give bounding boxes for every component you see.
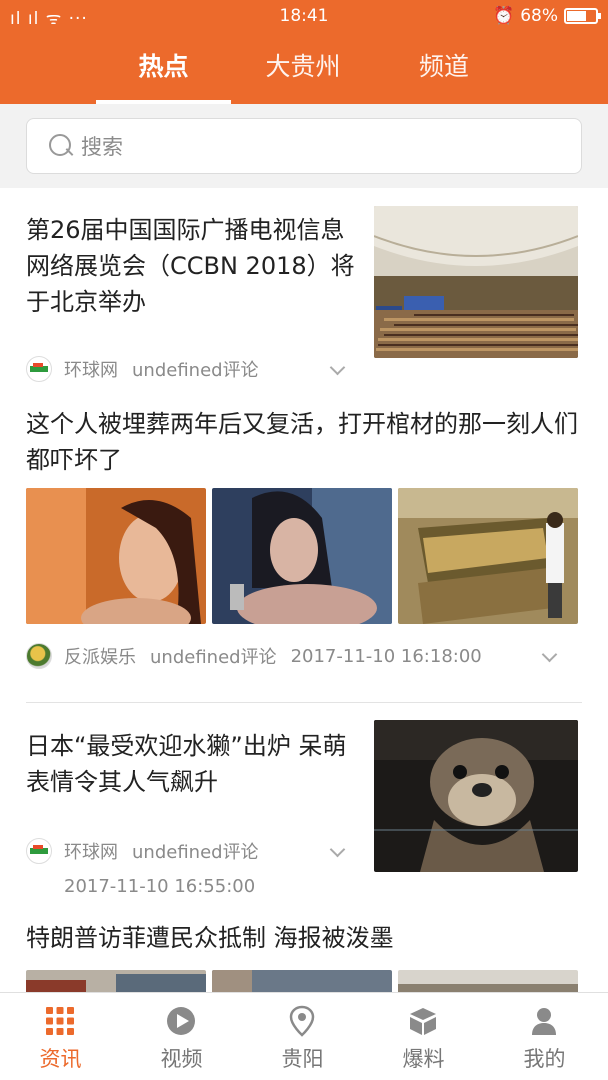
feed-divider — [26, 702, 582, 703]
article-title[interactable]: 日本“最受欢迎水獭”出炉 呆萌表情令其人气飙升 — [26, 728, 366, 800]
article-image-3[interactable] — [398, 488, 578, 624]
article-source: 环球网 — [64, 842, 118, 863]
tab-label: 热点 — [138, 52, 189, 81]
tab-label: 频道 — [418, 52, 469, 81]
article-image-1[interactable] — [26, 488, 206, 624]
otter-image — [374, 720, 578, 872]
nav-guiyang[interactable]: 贵阳 — [242, 993, 363, 1080]
nav-label: 视频 — [160, 1047, 203, 1071]
grid-icon — [46, 1007, 74, 1035]
nav-label: 资讯 — [39, 1047, 82, 1071]
battery-percent: 68% — [520, 6, 558, 26]
article-timestamp: 2017-11-10 16:55:00 — [64, 876, 256, 897]
top-tabs: 热点 大贵州 频道 — [0, 44, 608, 104]
article-timestamp-row: 2017-11-10 16:55:00 — [64, 876, 255, 897]
article-meta: 环球网 undefined评论 — [26, 838, 259, 864]
nav-news[interactable]: 资讯 — [0, 993, 121, 1080]
comment-count: undefined评论 — [132, 360, 259, 381]
nav-label: 贵阳 — [281, 1047, 324, 1071]
source-logo — [26, 643, 52, 669]
search-icon — [49, 134, 73, 158]
battery-icon — [564, 8, 601, 24]
chevron-down-icon[interactable] — [329, 359, 346, 376]
protest-image — [212, 970, 392, 992]
location-pin-icon — [289, 1005, 315, 1037]
nav-label: 爆料 — [402, 1047, 445, 1071]
coffin-image — [398, 488, 578, 624]
play-icon — [167, 1007, 195, 1035]
user-icon — [532, 1008, 556, 1035]
alarm-icon: ⏰ — [493, 6, 515, 26]
tab-big-guizhou[interactable]: 大贵州 — [248, 44, 358, 104]
protest-image — [26, 970, 206, 992]
article-source: 环球网 — [64, 360, 118, 381]
article-image-3[interactable] — [398, 970, 578, 992]
box-icon — [410, 1008, 436, 1035]
portrait-image — [212, 488, 392, 624]
conference-hall-image — [374, 206, 578, 358]
article-image-1[interactable] — [26, 970, 206, 992]
nav-me[interactable]: 我的 — [484, 993, 605, 1080]
app-header: ıl ıl ᯤ ··· 18:41 ⏰ 68% 热点 大贵州 频道 — [0, 0, 608, 104]
article-meta: 环球网 undefined评论 — [26, 356, 259, 382]
article-title[interactable]: 特朗普访菲遭民众抵制 海报被泼墨 — [26, 920, 582, 956]
bottom-nav: 资讯 视频 贵阳 爆料 我的 — [0, 992, 608, 1080]
search-input[interactable]: 搜索 — [26, 118, 582, 174]
article-title[interactable]: 第26届中国国际广播电视信息网络展览会（CCBN 2018）将于北京举办 — [26, 212, 366, 320]
status-right: ⏰ 68% — [493, 6, 601, 26]
nav-tips[interactable]: 爆料 — [363, 993, 484, 1080]
nav-label: 我的 — [523, 1047, 566, 1071]
article-thumbnail[interactable] — [374, 720, 578, 872]
news-feed[interactable]: 第26届中国国际广播电视信息网络展览会（CCBN 2018）将于北京举办 环球网… — [0, 188, 608, 992]
search-area: 搜索 — [0, 104, 608, 188]
article-image-2[interactable] — [212, 488, 392, 624]
article-title[interactable]: 这个人被埋葬两年后又复活，打开棺材的那一刻人们都吓坏了 — [26, 406, 582, 478]
source-logo — [26, 356, 52, 382]
source-logo — [26, 838, 52, 864]
article-source: 反派娱乐 — [64, 647, 136, 668]
chevron-down-icon[interactable] — [541, 646, 558, 663]
article-timestamp: 2017-11-10 16:18:00 — [290, 645, 482, 667]
article-thumbnail[interactable] — [374, 206, 578, 358]
search-placeholder: 搜索 — [81, 135, 123, 159]
comment-count: undefined评论 — [132, 842, 259, 863]
protest-image — [398, 970, 578, 992]
chevron-down-icon[interactable] — [329, 841, 346, 858]
comment-count: undefined评论 — [150, 647, 277, 668]
tab-label: 大贵州 — [265, 52, 341, 81]
article-image-2[interactable] — [212, 970, 392, 992]
article-meta: 反派娱乐 undefined评论 2017-11-10 16:18:00 — [26, 643, 482, 669]
tab-hot[interactable]: 热点 — [96, 44, 231, 104]
nav-video[interactable]: 视频 — [121, 993, 242, 1080]
tab-channels[interactable]: 频道 — [392, 44, 496, 104]
status-bar: ıl ıl ᯤ ··· 18:41 ⏰ 68% — [0, 0, 608, 34]
portrait-image — [26, 488, 206, 624]
